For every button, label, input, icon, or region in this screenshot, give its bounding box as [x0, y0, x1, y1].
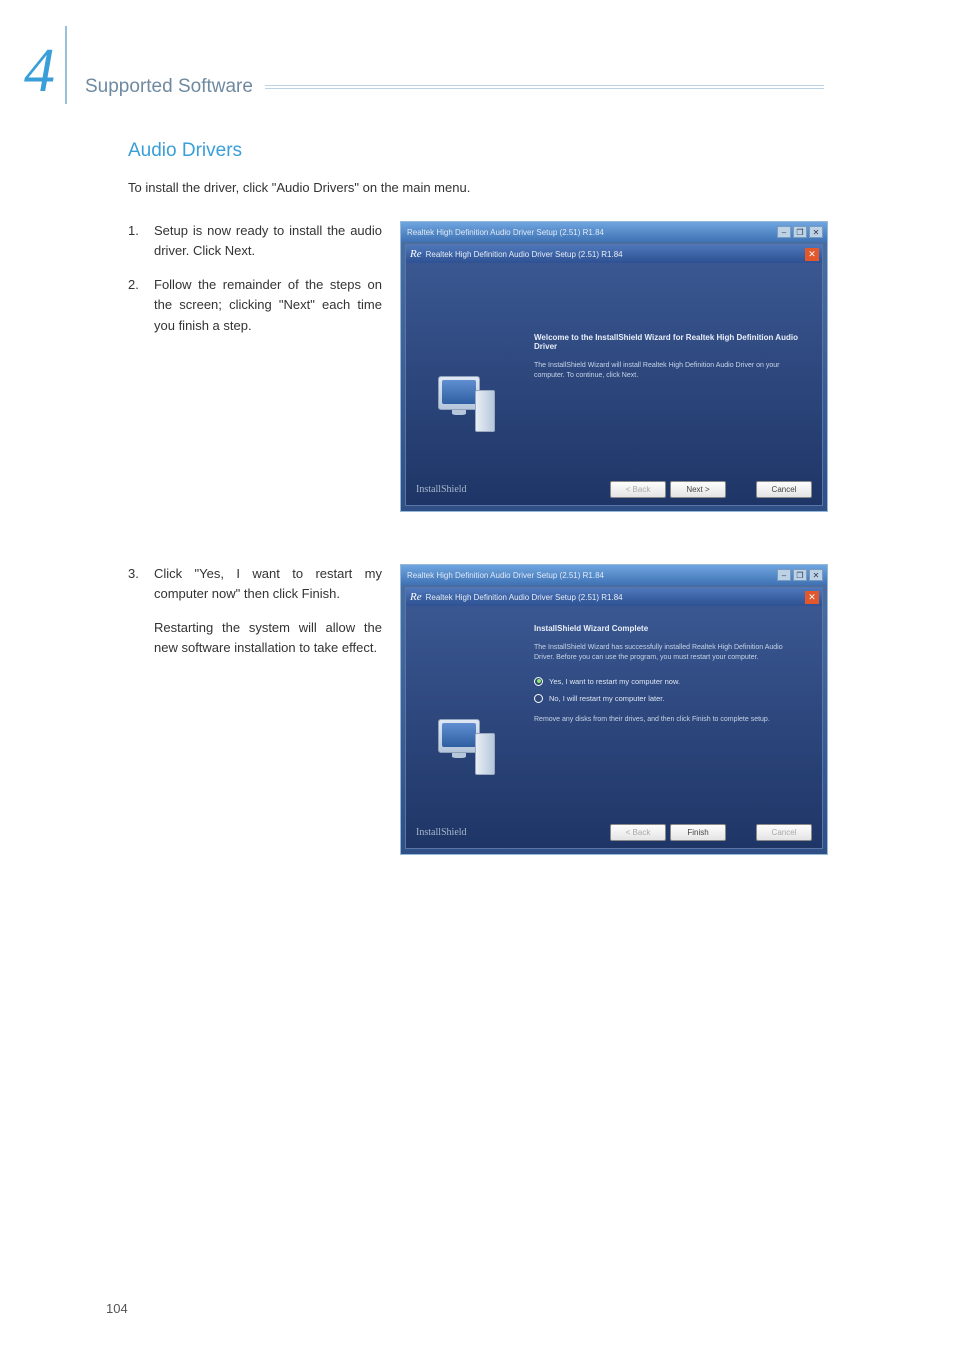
- close-icon[interactable]: ✕: [805, 248, 819, 261]
- inner-window: Re Realtek High Definition Audio Driver …: [405, 244, 823, 506]
- header-rule: [265, 85, 824, 89]
- outer-window: Realtek High Definition Audio Driver Set…: [400, 221, 828, 512]
- section-title: Audio Drivers: [128, 140, 828, 162]
- outer-title-text: Realtek High Definition Audio Driver Set…: [407, 228, 604, 237]
- step-number: 3.: [128, 564, 154, 604]
- section-intro: To install the driver, click "Audio Driv…: [128, 180, 828, 195]
- page-content: Audio Drivers To install the driver, cli…: [128, 140, 828, 907]
- installshield-brand: InstallShield: [416, 827, 467, 838]
- step-text: Setup is now ready to install the audio …: [154, 221, 382, 261]
- wizard-desc: The InstallShield Wizard will install Re…: [534, 361, 804, 381]
- chapter-number: 4: [24, 40, 65, 104]
- row-welcome: 1. Setup is now ready to install the aud…: [128, 221, 828, 512]
- window-controls: – ❐ ✕: [777, 226, 823, 238]
- close-icon[interactable]: ✕: [809, 569, 823, 581]
- restart-note: Restarting the system will allow the new…: [128, 618, 382, 658]
- outer-titlebar: Realtek High Definition Audio Driver Set…: [401, 565, 827, 585]
- cancel-button[interactable]: Cancel: [756, 824, 812, 841]
- maximize-icon[interactable]: ❐: [793, 569, 807, 581]
- step-1: 1. Setup is now ready to install the aud…: [128, 221, 382, 261]
- remove-disks-text: Remove any disks from their drives, and …: [534, 715, 804, 725]
- inner-title-text: Realtek High Definition Audio Driver Set…: [426, 250, 623, 259]
- step-number: 2.: [128, 275, 154, 335]
- screenshot-1: Realtek High Definition Audio Driver Set…: [400, 221, 828, 512]
- steps-col-1: 1. Setup is now ready to install the aud…: [128, 221, 382, 350]
- radio-label: No, I will restart my computer later.: [549, 694, 664, 703]
- wizard-heading: InstallShield Wizard Complete: [534, 624, 804, 633]
- window-controls: – ❐ ✕: [777, 569, 823, 581]
- next-button[interactable]: Next >: [670, 481, 726, 498]
- chapter-divider: [65, 26, 67, 104]
- wizard-graphic: [406, 263, 524, 473]
- radio-label: Yes, I want to restart my computer now.: [549, 677, 680, 686]
- nav-buttons: < Back Next >: [610, 481, 726, 498]
- outer-titlebar: Realtek High Definition Audio Driver Set…: [401, 222, 827, 242]
- wizard-text: InstallShield Wizard Complete The Instal…: [524, 606, 822, 816]
- step-number: 1.: [128, 221, 154, 261]
- inner-titlebar: Re Realtek High Definition Audio Driver …: [406, 245, 822, 263]
- steps-col-2: 3. Click "Yes, I want to restart my comp…: [128, 564, 382, 673]
- close-icon[interactable]: ✕: [809, 226, 823, 238]
- step-text: Follow the remainder of the steps on the…: [154, 275, 382, 335]
- chapter-title: Supported Software: [85, 76, 253, 98]
- step-2: 2. Follow the remainder of the steps on …: [128, 275, 382, 335]
- screenshot-2: Realtek High Definition Audio Driver Set…: [400, 564, 828, 855]
- computer-icon: [435, 376, 495, 431]
- row-complete: 3. Click "Yes, I want to restart my comp…: [128, 564, 828, 855]
- maximize-icon[interactable]: ❐: [793, 226, 807, 238]
- minimize-icon[interactable]: –: [777, 226, 791, 238]
- inner-window: Re Realtek High Definition Audio Driver …: [405, 587, 823, 849]
- step-text: Click "Yes, I want to restart my compute…: [154, 564, 382, 604]
- wizard-graphic: [406, 606, 524, 816]
- radio-selected-icon: [534, 677, 543, 686]
- wizard-heading: Welcome to the InstallShield Wizard for …: [534, 333, 804, 351]
- realtek-logo: Re: [410, 248, 422, 260]
- radio-restart-no[interactable]: No, I will restart my computer later.: [534, 694, 804, 703]
- wizard-footer: InstallShield < Back Finish Cancel: [406, 816, 822, 848]
- wizard-text: Welcome to the InstallShield Wizard for …: [524, 263, 822, 473]
- cancel-button[interactable]: Cancel: [756, 481, 812, 498]
- step-3: 3. Click "Yes, I want to restart my comp…: [128, 564, 382, 604]
- outer-window: Realtek High Definition Audio Driver Set…: [400, 564, 828, 855]
- chapter-header: 4 Supported Software: [24, 26, 824, 104]
- back-button[interactable]: < Back: [610, 824, 666, 841]
- back-button[interactable]: < Back: [610, 481, 666, 498]
- minimize-icon[interactable]: –: [777, 569, 791, 581]
- close-icon[interactable]: ✕: [805, 591, 819, 604]
- wizard-body: InstallShield Wizard Complete The Instal…: [406, 606, 822, 816]
- computer-icon: [435, 719, 495, 774]
- realtek-logo: Re: [410, 591, 422, 603]
- radio-restart-yes[interactable]: Yes, I want to restart my computer now.: [534, 677, 804, 686]
- wizard-body: Welcome to the InstallShield Wizard for …: [406, 263, 822, 473]
- outer-title-text: Realtek High Definition Audio Driver Set…: [407, 571, 604, 580]
- radio-unselected-icon: [534, 694, 543, 703]
- inner-title-text: Realtek High Definition Audio Driver Set…: [426, 593, 623, 602]
- finish-button[interactable]: Finish: [670, 824, 726, 841]
- chapter-title-row: Supported Software: [85, 76, 824, 104]
- wizard-desc: The InstallShield Wizard has successfull…: [534, 643, 804, 663]
- nav-buttons: < Back Finish: [610, 824, 726, 841]
- wizard-footer: InstallShield < Back Next > Cancel: [406, 473, 822, 505]
- installshield-brand: InstallShield: [416, 484, 467, 495]
- page-number: 104: [106, 1301, 128, 1316]
- inner-titlebar: Re Realtek High Definition Audio Driver …: [406, 588, 822, 606]
